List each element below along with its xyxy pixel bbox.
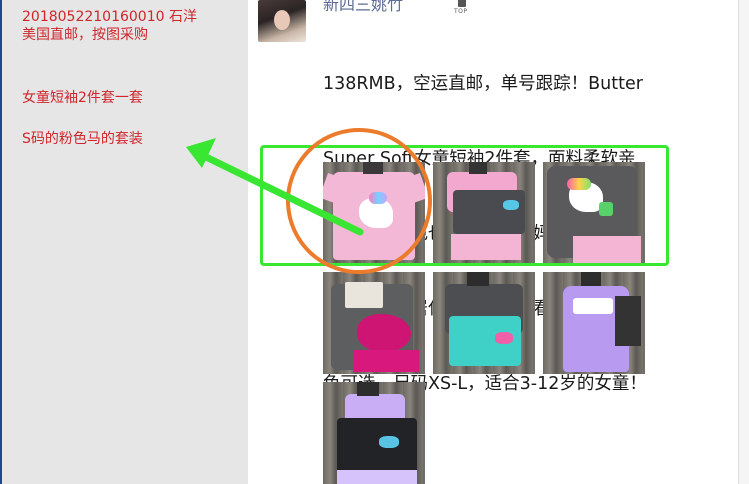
pointer-arrow-icon (186, 138, 364, 236)
